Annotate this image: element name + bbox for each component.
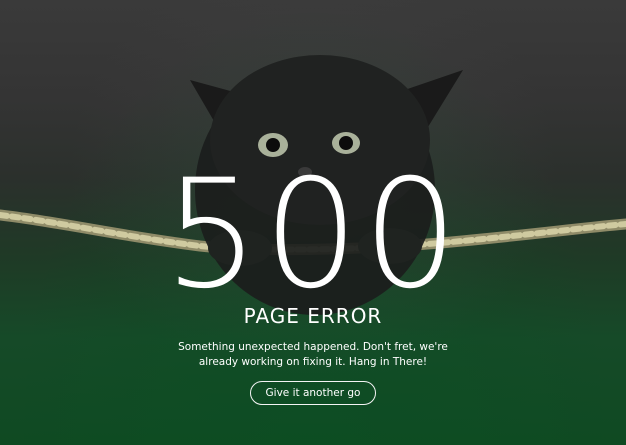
- error-message: Something unexpected happened. Don't fre…: [0, 340, 626, 370]
- error-page: 500 PAGE ERROR Something unexpected happ…: [0, 0, 626, 445]
- retry-button-container: Give it another go: [0, 381, 626, 405]
- error-message-line-2: already working on fixing it. Hang in Th…: [198, 356, 428, 368]
- error-title: PAGE ERROR: [243, 304, 383, 328]
- retry-button[interactable]: Give it another go: [249, 381, 377, 405]
- error-message-line-1: Something unexpected happened. Don't fre…: [178, 341, 448, 353]
- error-code: 500: [163, 148, 463, 322]
